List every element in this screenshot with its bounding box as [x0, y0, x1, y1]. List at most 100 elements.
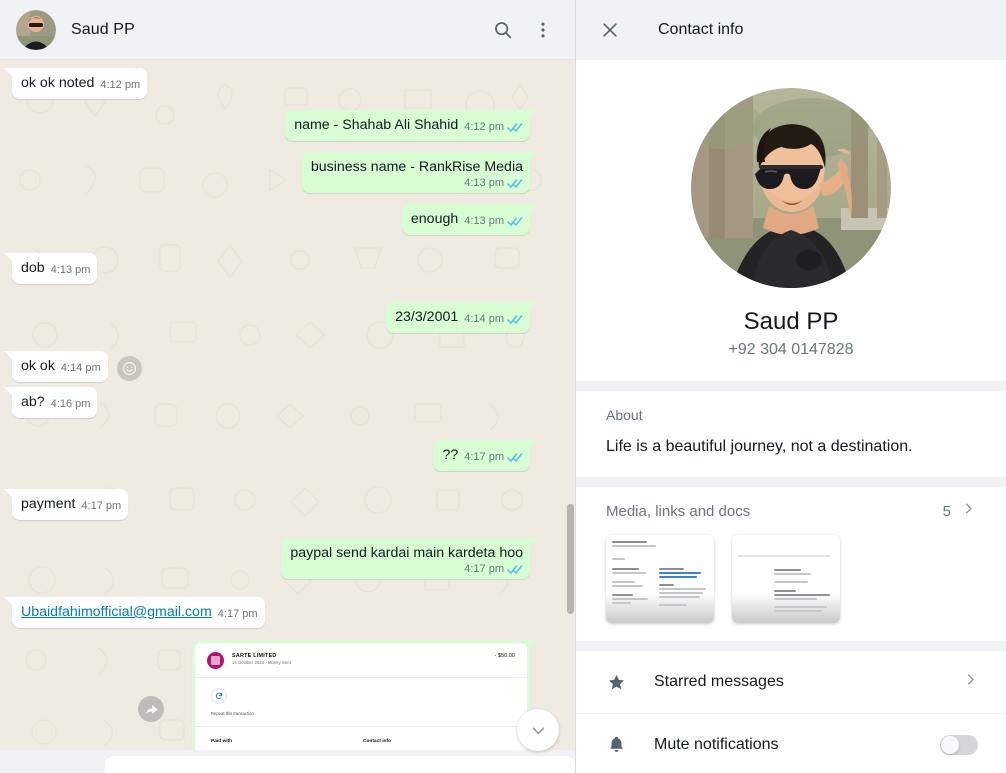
- contact-info-pane: Contact info Saud PP +92 304 0147828 Abo…: [575, 0, 1006, 773]
- message-time: 4:12 pm: [100, 79, 141, 91]
- message-time: 4:12 pm: [464, 121, 504, 133]
- avatar-image: [691, 88, 891, 288]
- message-row: Ubaidfahimofficial@gmail.com 4:17 pm: [4, 597, 530, 628]
- message-meta: 4:13 pm: [317, 178, 523, 189]
- starred-messages-row[interactable]: Starred messages: [576, 651, 1006, 713]
- message-input[interactable]: [105, 756, 575, 773]
- message-bubble-incoming[interactable]: payment 4:17 pm: [3, 489, 129, 520]
- message-bubble-incoming[interactable]: ok ok noted 4:12 pm: [3, 68, 148, 99]
- message-row: 23/3/2001 4:14 pm: [12, 302, 538, 333]
- message-bubble-outgoing[interactable]: ?? 4:17 pm: [433, 440, 538, 471]
- email-link[interactable]: Ubaidfahimofficial@gmail.com: [21, 604, 212, 620]
- message-time: 4:16 pm: [50, 398, 91, 410]
- message-bubble-image-attachment[interactable]: SARTE LIMITED 14 October 2023 - Money Se…: [192, 640, 538, 750]
- contact-info-title: Contact info: [658, 21, 744, 38]
- receipt-company-name: SARTE LIMITED: [232, 653, 277, 659]
- mute-notifications-row[interactable]: Mute notifications: [576, 713, 1006, 773]
- close-icon[interactable]: [598, 18, 622, 42]
- contact-info-body[interactable]: Saud PP +92 304 0147828 About Life is a …: [576, 60, 1006, 773]
- message-meta: 4:14 pm: [464, 314, 523, 325]
- message-text: paypal send kardai main kardeta hoo: [290, 545, 523, 561]
- message-row: ok ok noted 4:12 pm: [3, 68, 530, 99]
- read-receipt-double-check-icon: [507, 216, 523, 227]
- message-meta: 4:17 pm: [218, 609, 258, 620]
- message-bubble-incoming[interactable]: Ubaidfahimofficial@gmail.com 4:17 pm: [4, 597, 265, 628]
- contact-avatar-small[interactable]: [16, 9, 56, 50]
- message-time: 4:14 pm: [60, 362, 101, 374]
- about-label: About: [606, 407, 643, 423]
- whatsapp-window: Saud PP ok ok noted 4:12 pm name - Shaha…: [0, 0, 1006, 773]
- chevron-right-icon[interactable]: [961, 501, 976, 521]
- message-text: business name - RankRise Media: [310, 159, 523, 175]
- message-meta: 4:13 pm: [51, 265, 91, 276]
- bell-icon: [604, 735, 628, 754]
- message-row: ok ok 4:14 pm: [4, 351, 530, 382]
- vertical-dots-icon[interactable]: [523, 10, 563, 50]
- contact-phone: +92 304 0147828: [728, 341, 854, 358]
- message-meta: 4:12 pm: [464, 122, 523, 133]
- receipt-header: SARTE LIMITED 14 October 2023 - Money Se…: [195, 643, 527, 678]
- message-bubble-outgoing[interactable]: name - Shahab Ali Shahid 4:12 pm: [285, 110, 538, 141]
- message-time: 4:17 pm: [464, 451, 504, 463]
- receipt-payment-column: Paid with PayPal balance $50.00 Ship to …: [211, 738, 363, 750]
- message-row: payment 4:17 pm: [3, 489, 530, 520]
- media-thumbnail-document-2[interactable]: [732, 535, 840, 623]
- message-meta: 4:13 pm: [464, 216, 523, 227]
- chevron-right-icon[interactable]: [963, 672, 978, 692]
- message-bubble-outgoing[interactable]: paypal send kardai main kardeta hoo 4:17…: [281, 538, 538, 579]
- media-card[interactable]: Media, links and docs 5: [576, 487, 1006, 641]
- scroll-to-bottom-button[interactable]: [517, 709, 559, 751]
- receipt-contact-column: Contact info Message SARTE LIMITED ubaid…: [363, 738, 515, 750]
- forward-icon[interactable]: [138, 696, 164, 722]
- read-receipt-double-check-icon: [507, 314, 523, 325]
- message-text: 23/3/2001: [395, 309, 459, 325]
- chat-scrollbar-thumb[interactable]: [567, 504, 574, 614]
- mute-notifications-toggle[interactable]: [940, 734, 978, 755]
- message-list: ok ok noted 4:12 pm name - Shahab Ali Sh…: [0, 60, 575, 750]
- contact-avatar-large[interactable]: [691, 88, 891, 288]
- paypal-receipt-image[interactable]: SARTE LIMITED 14 October 2023 - Money Se…: [195, 643, 527, 750]
- starred-messages-label: Starred messages: [654, 673, 784, 690]
- thumbnail-fade: [606, 593, 714, 623]
- message-time: 4:17 pm: [81, 500, 122, 512]
- read-receipt-double-check-icon: [507, 452, 523, 463]
- message-bubble-incoming[interactable]: ok ok 4:14 pm: [4, 351, 108, 382]
- toggle-knob: [941, 735, 959, 754]
- message-text: ??: [442, 447, 459, 463]
- message-bubble-outgoing[interactable]: enough 4:13 pm: [401, 204, 539, 235]
- message-text: ok ok noted: [21, 75, 95, 91]
- message-meta: 4:14 pm: [61, 363, 101, 374]
- message-time: 4:13 pm: [464, 215, 504, 227]
- contact-info-label: Contact info: [363, 739, 391, 745]
- media-count: 5: [942, 502, 951, 520]
- media-label: Media, links and docs: [606, 502, 751, 520]
- media-thumbnail-document-1[interactable]: [606, 535, 714, 623]
- message-bubble-incoming[interactable]: ab? 4:16 pm: [3, 387, 98, 418]
- chat-footer: [0, 750, 575, 773]
- avatar-image: [16, 9, 56, 50]
- repeat-transaction-label: Repeat this transaction: [211, 711, 254, 716]
- message-text: payment: [21, 496, 76, 512]
- message-row: dob 4:13 pm: [3, 253, 530, 284]
- message-list-container[interactable]: ok ok noted 4:12 pm name - Shahab Ali Sh…: [0, 60, 575, 750]
- profile-card: Saud PP +92 304 0147828: [576, 60, 1006, 381]
- media-header[interactable]: Media, links and docs 5: [606, 501, 976, 521]
- options-card: Starred messages Mute notifications: [576, 651, 1006, 773]
- emoji-reaction-button[interactable]: [116, 356, 142, 381]
- message-row: ?? 4:17 pm: [12, 440, 538, 471]
- read-receipt-double-check-icon: [507, 178, 523, 189]
- message-bubble-outgoing[interactable]: 23/3/2001 4:14 pm: [386, 302, 538, 333]
- search-icon[interactable]: [483, 10, 523, 50]
- message-meta: 4:12 pm: [100, 80, 140, 91]
- message-text: ab?: [21, 394, 45, 410]
- repeat-transaction-icon[interactable]: [211, 688, 227, 704]
- receipt-subtitle: 14 October 2023 - Money Sent: [232, 660, 291, 666]
- message-row: business name - RankRise Media 4:13 pm: [12, 152, 539, 193]
- receipt-content: SARTE LIMITED 14 October 2023 - Money Se…: [195, 643, 527, 750]
- message-row: paypal send kardai main kardeta hoo 4:17…: [12, 538, 538, 579]
- message-bubble-outgoing[interactable]: business name - RankRise Media 4:13 pm: [301, 152, 539, 193]
- message-bubble-incoming[interactable]: dob 4:13 pm: [3, 253, 98, 284]
- read-receipt-double-check-icon: [507, 122, 523, 133]
- message-meta: 4:17 pm: [464, 452, 523, 463]
- message-meta: 4:16 pm: [51, 399, 91, 410]
